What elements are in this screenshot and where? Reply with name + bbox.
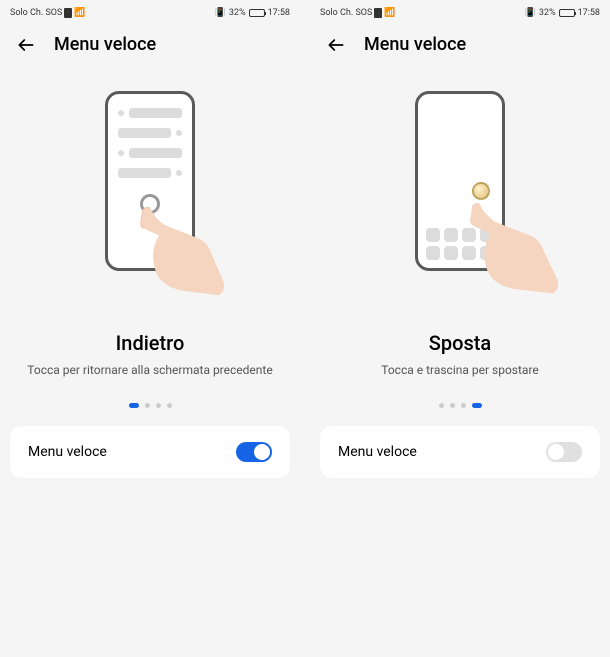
screen-left: Solo Ch. SOS 32% 17:58 Menu veloce [0,0,300,657]
phone-illustration [400,91,520,311]
wifi-icon [384,8,395,18]
arrow-left-icon [326,35,346,55]
battery-percent: 32% [229,8,246,18]
header: Menu veloce [0,22,300,71]
dot-0[interactable] [439,403,444,408]
status-bar: Solo Ch. SOS 32% 17:58 [0,0,300,22]
pagination-dots[interactable] [439,403,482,408]
status-right: 32% 17:58 [215,8,290,18]
vibrate-icon [525,8,536,18]
toggle-card: Menu veloce [320,426,600,478]
dot-0[interactable] [129,403,139,408]
vibrate-icon [215,8,226,18]
sim-icon [374,8,382,18]
dot-2[interactable] [461,403,466,408]
toggle-card: Menu veloce [10,426,290,478]
toggle-label: Menu veloce [28,444,107,460]
illustration-area: Sposta Tocca e trascina per spostare [310,71,610,426]
feature-description: Tocca per ritornare alla schermata prece… [27,363,272,377]
phone-illustration [90,91,210,311]
feature-description: Tocca e trascina per spostare [381,363,539,377]
dot-1[interactable] [450,403,455,408]
battery-icon [249,9,265,17]
clock: 17:58 [578,8,600,18]
header: Menu veloce [310,22,610,71]
sim-icon [64,8,72,18]
page-title: Menu veloce [364,34,466,55]
toggle-knob [548,444,564,460]
network-label: Solo Ch. SOS [320,8,372,18]
network-label: Solo Ch. SOS [10,8,62,18]
menu-veloce-toggle[interactable] [236,442,272,462]
menu-veloce-toggle[interactable] [546,442,582,462]
back-button[interactable] [326,35,346,55]
screen-right: Solo Ch. SOS 32% 17:58 Menu veloce [310,0,610,657]
page-title: Menu veloce [54,34,156,55]
pagination-dots[interactable] [129,403,172,408]
floating-button-icon [472,182,490,200]
feature-title: Indietro [116,331,185,355]
hand-icon [118,199,228,309]
battery-icon [559,9,575,17]
back-button[interactable] [16,35,36,55]
dot-3[interactable] [167,403,172,408]
hand-icon [452,199,562,309]
dot-2[interactable] [156,403,161,408]
arrow-left-icon [16,35,36,55]
dot-1[interactable] [145,403,150,408]
wifi-icon [74,8,85,18]
clock: 17:58 [268,8,290,18]
status-left: Solo Ch. SOS [10,8,86,18]
battery-percent: 32% [539,8,556,18]
illustration-area: Indietro Tocca per ritornare alla scherm… [0,71,300,426]
feature-title: Sposta [429,331,491,355]
toggle-label: Menu veloce [338,444,417,460]
status-left: Solo Ch. SOS [320,8,396,18]
status-bar: Solo Ch. SOS 32% 17:58 [310,0,610,22]
status-right: 32% 17:58 [525,8,600,18]
toggle-knob [254,444,270,460]
dot-3[interactable] [472,403,482,408]
